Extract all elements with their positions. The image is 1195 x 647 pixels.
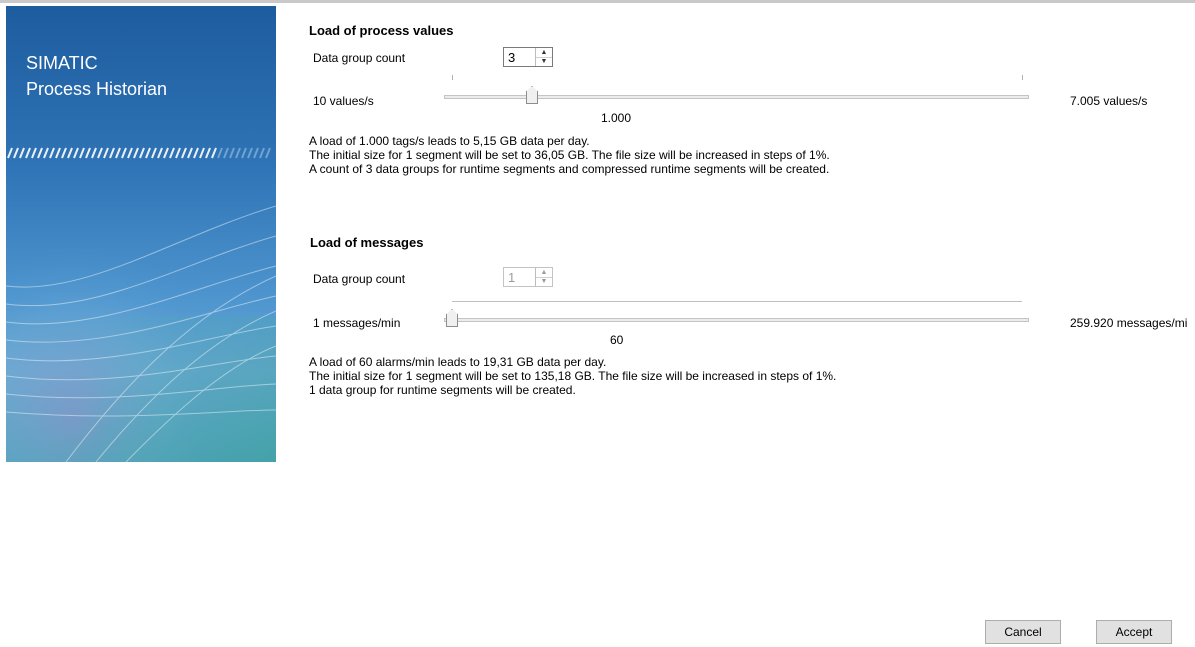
process-stepper-buttons: ▲ ▼ <box>535 48 552 66</box>
messages-slider[interactable] <box>444 318 1029 322</box>
process-data-group-value: 3 <box>508 50 516 65</box>
messages-stepper-buttons: ▲ ▼ <box>535 268 552 286</box>
process-description-line2: The initial size for 1 segment will be s… <box>309 148 830 162</box>
cancel-button[interactable]: Cancel <box>985 620 1061 644</box>
banner-wave-decoration <box>6 166 276 462</box>
process-description-line3: A count of 3 data groups for runtime seg… <box>309 162 830 176</box>
process-slider-min-label: 10 values/s <box>313 94 374 108</box>
process-values-title: Load of process values <box>309 23 454 38</box>
messages-slider-min-label: 1 messages/min <box>313 316 401 330</box>
messages-slider-value-label: 60 <box>610 333 624 347</box>
messages-data-group-value: 1 <box>508 270 516 285</box>
messages-data-group-stepper[interactable]: 1 ▲ ▼ <box>503 267 553 287</box>
product-banner: SIMATIC Process Historian <box>6 6 276 462</box>
messages-slider-max-label: 259.920 messages/mi <box>1070 316 1188 330</box>
process-values-slider-thumb[interactable] <box>526 86 538 104</box>
process-description-line1: A load of 1.000 tags/s leads to 5,15 GB … <box>309 134 590 148</box>
messages-title: Load of messages <box>310 235 424 250</box>
process-data-group-stepper[interactable]: 3 ▲ ▼ <box>503 47 553 67</box>
process-stepper-down-icon[interactable]: ▼ <box>536 57 552 66</box>
messages-data-group-label: Data group count <box>313 272 406 286</box>
process-slider-max-label: 7.005 values/s <box>1070 94 1148 108</box>
messages-stepper-down-icon[interactable]: ▼ <box>536 277 552 286</box>
messages-description-line3: 1 data group for runtime segments will b… <box>309 383 576 397</box>
banner-title-line1: SIMATIC <box>26 53 98 73</box>
banner-stripes-decoration <box>7 147 271 159</box>
process-slider-value-label: 1.000 <box>601 111 632 125</box>
process-slider-tick-end <box>1022 75 1023 80</box>
messages-slider-thumb[interactable] <box>446 309 458 327</box>
banner-title: SIMATIC Process Historian <box>26 50 167 102</box>
process-slider-tick-start <box>452 75 453 80</box>
accept-button[interactable]: Accept <box>1096 620 1172 644</box>
messages-description-line2: The initial size for 1 segment will be s… <box>309 369 837 383</box>
process-data-group-label: Data group count <box>313 51 406 65</box>
messages-slider-tick-line <box>452 301 1022 302</box>
window-top-border <box>0 0 1195 3</box>
messages-description-line1: A load of 60 alarms/min leads to 19,31 G… <box>309 355 607 369</box>
banner-title-line2: Process Historian <box>26 79 168 99</box>
